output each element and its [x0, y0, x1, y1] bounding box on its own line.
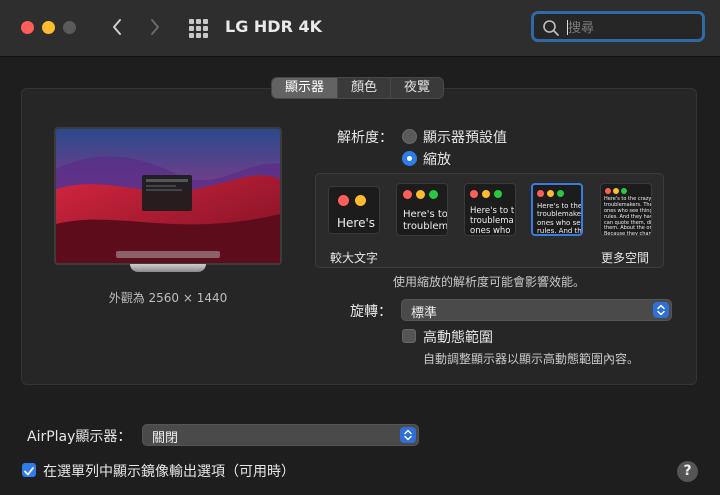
resolution-label: 解析度： — [337, 130, 393, 146]
display-size-caption: 外觀為 2560 × 1440 — [108, 291, 228, 305]
hdr-label[interactable]: 高動態範圍 — [423, 327, 493, 347]
hdr-description: 自動調整顯示器以顯示高動態範圍內容。 — [423, 352, 640, 366]
airplay-label: AirPlay顯示器： — [27, 429, 132, 445]
monitor-preview — [54, 127, 282, 265]
scale-sample-text: Here's — [337, 216, 376, 230]
scale-sample-text: Here's to the crazy one troublemakers. T… — [604, 196, 652, 236]
tab-bar: 顯示器 顏色 夜覽 — [271, 77, 445, 99]
scale-option-3[interactable]: Here's to t troublema ones who — [464, 183, 516, 236]
airplay-display-popup[interactable]: 關閉 — [142, 424, 419, 446]
rotation-label: 旋轉： — [350, 304, 392, 320]
radio-scaled[interactable] — [402, 151, 417, 166]
hdr-checkbox[interactable] — [402, 329, 416, 343]
show-all-grid-icon[interactable] — [189, 19, 208, 38]
wallpaper-image — [56, 129, 280, 263]
scale-sample-text: Here's to the cr troublemakers. ones who… — [537, 202, 583, 235]
radio-default-for-display[interactable] — [402, 129, 417, 144]
updown-chevron-icon — [400, 427, 416, 443]
zoom-window-button[interactable] — [63, 21, 76, 34]
scale-option-4-selected[interactable]: Here's to the cr troublemakers. ones who… — [531, 183, 583, 236]
chevron-left-icon — [113, 19, 121, 35]
search-input[interactable] — [566, 18, 700, 38]
scale-sample-text: Here's to t troublema ones who — [470, 206, 515, 236]
tab-color[interactable]: 顏色 — [338, 78, 392, 98]
search-field[interactable] — [531, 11, 705, 42]
search-icon — [543, 20, 559, 36]
rotation-popup[interactable]: 標準 — [401, 299, 672, 321]
airplay-value: 關閉 — [152, 431, 179, 446]
scale-label-larger-text: 較大文字 — [330, 251, 379, 265]
checkmark-icon — [24, 467, 34, 476]
title-bar: LG HDR 4K — [0, 0, 720, 57]
back-button[interactable] — [106, 14, 128, 40]
close-window-button[interactable] — [21, 21, 34, 34]
scale-sample-text: Here's to troublem — [403, 209, 448, 232]
rotation-value: 標準 — [411, 306, 438, 321]
help-button[interactable]: ? — [677, 461, 698, 482]
scale-option-2[interactable]: Here's to troublem — [396, 183, 448, 236]
minimize-window-button[interactable] — [42, 21, 55, 34]
forward-button[interactable] — [144, 14, 166, 40]
window-title: LG HDR 4K — [225, 17, 322, 36]
mirroring-options-checkbox[interactable] — [22, 463, 36, 477]
scaled-resolution-picker: Here's Here's to troublem Here's to t tr… — [315, 173, 664, 268]
tab-night-shift[interactable]: 夜覽 — [391, 78, 443, 98]
chevron-right-icon — [151, 19, 159, 35]
updown-chevron-icon — [653, 302, 669, 318]
scaling-performance-note: 使用縮放的解析度可能會影響效能。 — [393, 275, 586, 289]
monitor-stand — [130, 264, 206, 272]
option-default-for-display[interactable]: 顯示器預設值 — [423, 127, 507, 147]
scale-label-more-space: 更多空間 — [601, 251, 650, 265]
scale-option-1[interactable]: Here's — [328, 186, 380, 234]
mirroring-options-label[interactable]: 在選單列中顯示鏡像輸出選項（可用時） — [43, 461, 295, 481]
scale-option-5[interactable]: Here's to the crazy one troublemakers. T… — [600, 183, 652, 236]
option-scaled[interactable]: 縮放 — [423, 149, 451, 169]
tab-display[interactable]: 顯示器 — [272, 78, 339, 98]
